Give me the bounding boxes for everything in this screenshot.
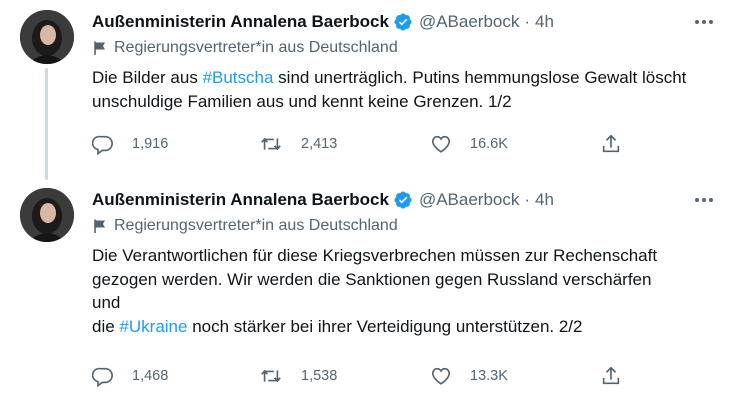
tweet-2[interactable]: Außenministerin Annalena Baerbock @ABaer… [0, 178, 732, 404]
retweet-button[interactable]: 1,538 [259, 364, 337, 388]
text-line: und [92, 293, 121, 312]
label-text: Regierungsvertreter*in aus Deutschland [114, 217, 398, 234]
avatar[interactable] [20, 188, 74, 242]
text-line: Die Verantwortlichen für diese Kriegsver… [92, 246, 658, 265]
retweet-icon [261, 137, 281, 151]
reply-icon [92, 135, 113, 155]
tweet-1[interactable]: Außenministerin Annalena Baerbock @ABaer… [0, 0, 732, 182]
flag-icon [92, 40, 108, 56]
hashtag-link[interactable]: #Ukraine [119, 317, 187, 336]
tweet-header: Außenministerin Annalena Baerbock @ABaer… [92, 188, 554, 212]
text-segment: noch stärker bei ihrer Verteidigung unte… [187, 316, 583, 336]
text-segment: die [92, 316, 120, 336]
retweet-button[interactable]: 2,413 [259, 132, 337, 156]
retweet-count: 1,538 [301, 368, 338, 384]
avatar[interactable] [20, 10, 74, 64]
reply-count: 1,468 [132, 368, 169, 384]
like-icon [431, 135, 451, 153]
share-icon [602, 134, 620, 153]
text-line: die #Ukraine noch stärker bei ihrer Vert… [92, 315, 692, 339]
avatar-photo [20, 188, 74, 242]
verified-badge-icon [393, 12, 413, 32]
thread-line [45, 68, 48, 180]
like-count: 13.3K [470, 368, 508, 384]
tweet-text: Die Verantwortlichen für diese Kriegsver… [92, 244, 692, 338]
share-icon [602, 366, 620, 385]
action-bar: 1,916 2,413 16.6K [92, 132, 637, 156]
timestamp[interactable]: 4h [535, 190, 554, 210]
author-name[interactable]: Außenministerin Annalena Baerbock [92, 190, 389, 210]
like-count: 16.6K [470, 136, 508, 152]
like-button[interactable]: 13.3K [430, 364, 508, 388]
tweet-header: Außenministerin Annalena Baerbock @ABaer… [92, 10, 554, 34]
author-handle[interactable]: @ABaerbock [419, 190, 519, 210]
avatar-photo [20, 10, 74, 64]
reply-button[interactable]: 1,916 [92, 132, 168, 156]
hashtag-link[interactable]: #Butscha [203, 68, 274, 87]
share-button[interactable] [600, 364, 640, 388]
retweet-icon [261, 369, 281, 383]
timestamp[interactable]: 4h [535, 12, 554, 32]
more-dots-icon[interactable] [694, 190, 714, 210]
government-label[interactable]: Regierungsvertreter*in aus Deutschland [92, 215, 398, 237]
label-text: Regierungsvertreter*in aus Deutschland [114, 39, 398, 56]
more-dots-icon[interactable] [694, 12, 714, 32]
government-label[interactable]: Regierungsvertreter*in aus Deutschland [92, 37, 398, 59]
like-icon [431, 367, 451, 385]
reply-count: 1,916 [132, 136, 169, 152]
share-button[interactable] [600, 132, 640, 156]
reply-button[interactable]: 1,468 [92, 364, 168, 388]
tweet-text: Die Bilder aus #Butscha sind unerträglic… [92, 66, 692, 113]
reply-icon [92, 367, 113, 387]
text-line: gezogen werden. Wir werden die Sanktione… [92, 269, 652, 289]
separator: · [524, 12, 531, 31]
verified-badge-icon [393, 190, 413, 210]
like-button[interactable]: 16.6K [430, 132, 508, 156]
author-handle[interactable]: @ABaerbock [419, 12, 519, 32]
retweet-count: 2,413 [301, 136, 338, 152]
flag-icon [92, 218, 108, 234]
action-bar: 1,468 1,538 13.3K [92, 364, 637, 388]
author-name[interactable]: Außenministerin Annalena Baerbock [92, 12, 389, 32]
text-segment: Die Bilder aus [92, 68, 203, 87]
separator: · [524, 190, 531, 209]
